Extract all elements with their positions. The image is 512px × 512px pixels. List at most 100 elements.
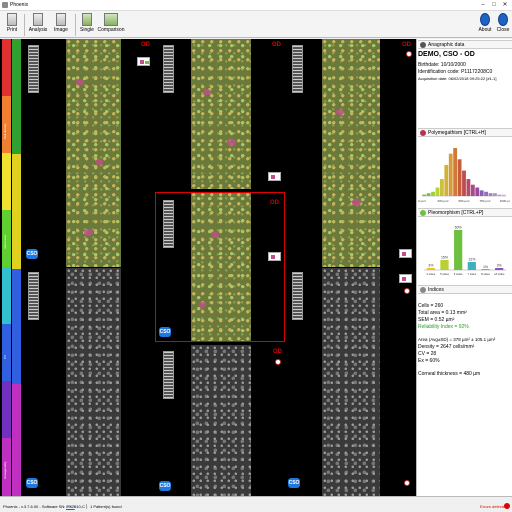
print-icon [7, 13, 17, 26]
histogram-bar [497, 194, 502, 196]
histogram-bar [466, 179, 471, 196]
slit-thumbnail [163, 351, 174, 399]
slit-thumbnail [292, 272, 303, 320]
image-tile[interactable]: OD CSO [24, 39, 154, 267]
scale-label: CV [3, 354, 7, 359]
title-bar: Phoenix – □ ✕ [0, 0, 512, 11]
endothelium-image [322, 39, 380, 267]
slit-thumbnail [292, 45, 303, 93]
close-window-button[interactable]: ✕ [500, 1, 510, 10]
pleomorphism-bar [440, 260, 449, 270]
tick-label: 750 µm² [479, 199, 490, 203]
data-label: 60% [455, 226, 462, 230]
slit-thumbnail [28, 272, 39, 320]
histogram-thumbnail[interactable] [268, 172, 281, 181]
cso-link[interactable]: CSO [66, 504, 75, 509]
image-tile[interactable]: OD CSO [155, 345, 285, 496]
polymegathism-icon [420, 130, 426, 136]
cso-logo: CSO [26, 249, 38, 259]
scale-label: mean area [3, 234, 7, 249]
reliability-index: Reliability Index = 92% [418, 324, 469, 330]
single-button[interactable]: Single [78, 13, 96, 37]
histogram-bar [457, 159, 462, 196]
histogram-thumbnail[interactable] [399, 274, 412, 283]
cso-logo: CSO [159, 481, 171, 491]
endothelium-image [66, 39, 121, 267]
category-label: 8 sides [481, 272, 490, 276]
slit-thumbnail [28, 45, 39, 93]
single-view-icon [82, 13, 92, 26]
tick-label: 0 µm² [418, 199, 426, 203]
image-tile[interactable]: OD [286, 39, 416, 267]
status-dot[interactable] [406, 51, 412, 57]
status-dot[interactable] [404, 288, 410, 294]
data-label: 3% [428, 264, 433, 268]
histogram-thumbnail[interactable] [137, 57, 150, 66]
birthdate: Birthdate: 10/10/2000 [418, 62, 466, 68]
error-icon[interactable] [504, 503, 510, 509]
patients-found: 1 Patient(s) found [86, 504, 122, 509]
pleomorphism-chart: 3% 4 sides 15% 5 sides 60% 6 sides 12% 7 sides 1… [424, 226, 506, 276]
histogram-bar [470, 184, 475, 196]
image-tile[interactable]: OD [155, 39, 285, 189]
histogram-bar [435, 187, 440, 196]
polymegathism-header[interactable]: Polymegathism [CTRL+H] [418, 128, 512, 137]
image-tile[interactable]: CSO [286, 268, 416, 496]
pleomorphism-bar [426, 268, 435, 270]
analysis-icon [33, 13, 43, 26]
tick-label: 200 µm² [437, 199, 448, 203]
cell-density: Density = 2647 cells/mm² [418, 344, 475, 350]
histogram-bar [475, 187, 480, 196]
endothelium-image [191, 39, 251, 189]
histogram-bar [493, 193, 497, 196]
print-button[interactable]: Print [4, 13, 20, 37]
hexagonality-value: Ex = 60% [418, 358, 440, 364]
image-tile[interactable]: CSO [24, 268, 154, 496]
polymegathism-histogram: 0 µm² 200 µm² 500 µm² 750 µm² 1000 µm² [418, 148, 510, 203]
cso-logo: CSO [26, 478, 38, 488]
indices-header[interactable]: Indices [418, 285, 512, 294]
comparison-view-icon [104, 13, 118, 26]
area-average: Area (Avg±SD) = 378 µm² ± 105.1 µm² [418, 337, 496, 342]
pleomorphism-icon [420, 210, 426, 216]
info-icon [480, 13, 490, 26]
histogram-thumbnail[interactable] [399, 249, 412, 258]
status-dot[interactable] [275, 359, 281, 365]
pleomorphism-bar [467, 262, 476, 270]
about-button[interactable]: About [476, 13, 494, 37]
image-grid: OD CSO CSO OD OD CSO OD CSO OD CSO [24, 39, 416, 496]
image-icon [56, 13, 66, 26]
endothelium-image [322, 268, 380, 496]
analysis-button[interactable]: Analysis [27, 13, 49, 37]
comparison-button[interactable]: Comparison [97, 13, 125, 37]
anagraphic-header[interactable]: Anagraphic data [418, 40, 512, 49]
color-scale: Cell density mean area CV Hexagonality [0, 39, 24, 496]
patient-name: DEMO, CSO - OD [418, 51, 475, 58]
pleomorphism-header[interactable]: Pleomorphism [CTRL+P] [418, 208, 512, 217]
identification-code: Identification code: P11172208C0 [418, 69, 493, 75]
image-button[interactable]: Image [52, 13, 70, 37]
selection-frame [155, 192, 285, 342]
scale-label: Hexagonality [3, 461, 7, 479]
cso-logo: CSO [288, 478, 300, 488]
corneal-thickness: Corneal thickness = 480 µm [418, 371, 481, 377]
histogram-bar [422, 194, 427, 196]
close-button[interactable]: Close [495, 13, 511, 37]
data-label: 3% [497, 264, 502, 268]
status-bar: Phoenix - v.3.7.6.00 - Software SN: PX78… [0, 496, 512, 512]
app-icon [2, 2, 8, 8]
tick-label: 1000 µm² [500, 199, 510, 203]
status-dot[interactable] [404, 480, 410, 486]
tick-label: 500 µm² [458, 199, 469, 203]
pleomorphism-bar [454, 230, 463, 270]
histogram-bar [501, 194, 506, 196]
minimize-button[interactable]: – [478, 1, 488, 10]
cv-value: CV = 28 [418, 351, 437, 357]
maximize-button[interactable]: □ [489, 1, 499, 10]
histogram-bar [479, 190, 484, 196]
data-label: 15% [441, 256, 448, 260]
data-label: 12% [468, 258, 475, 262]
histogram-bar [488, 193, 493, 196]
category-label: 6 sides [454, 272, 463, 276]
histogram-bar [448, 153, 453, 196]
